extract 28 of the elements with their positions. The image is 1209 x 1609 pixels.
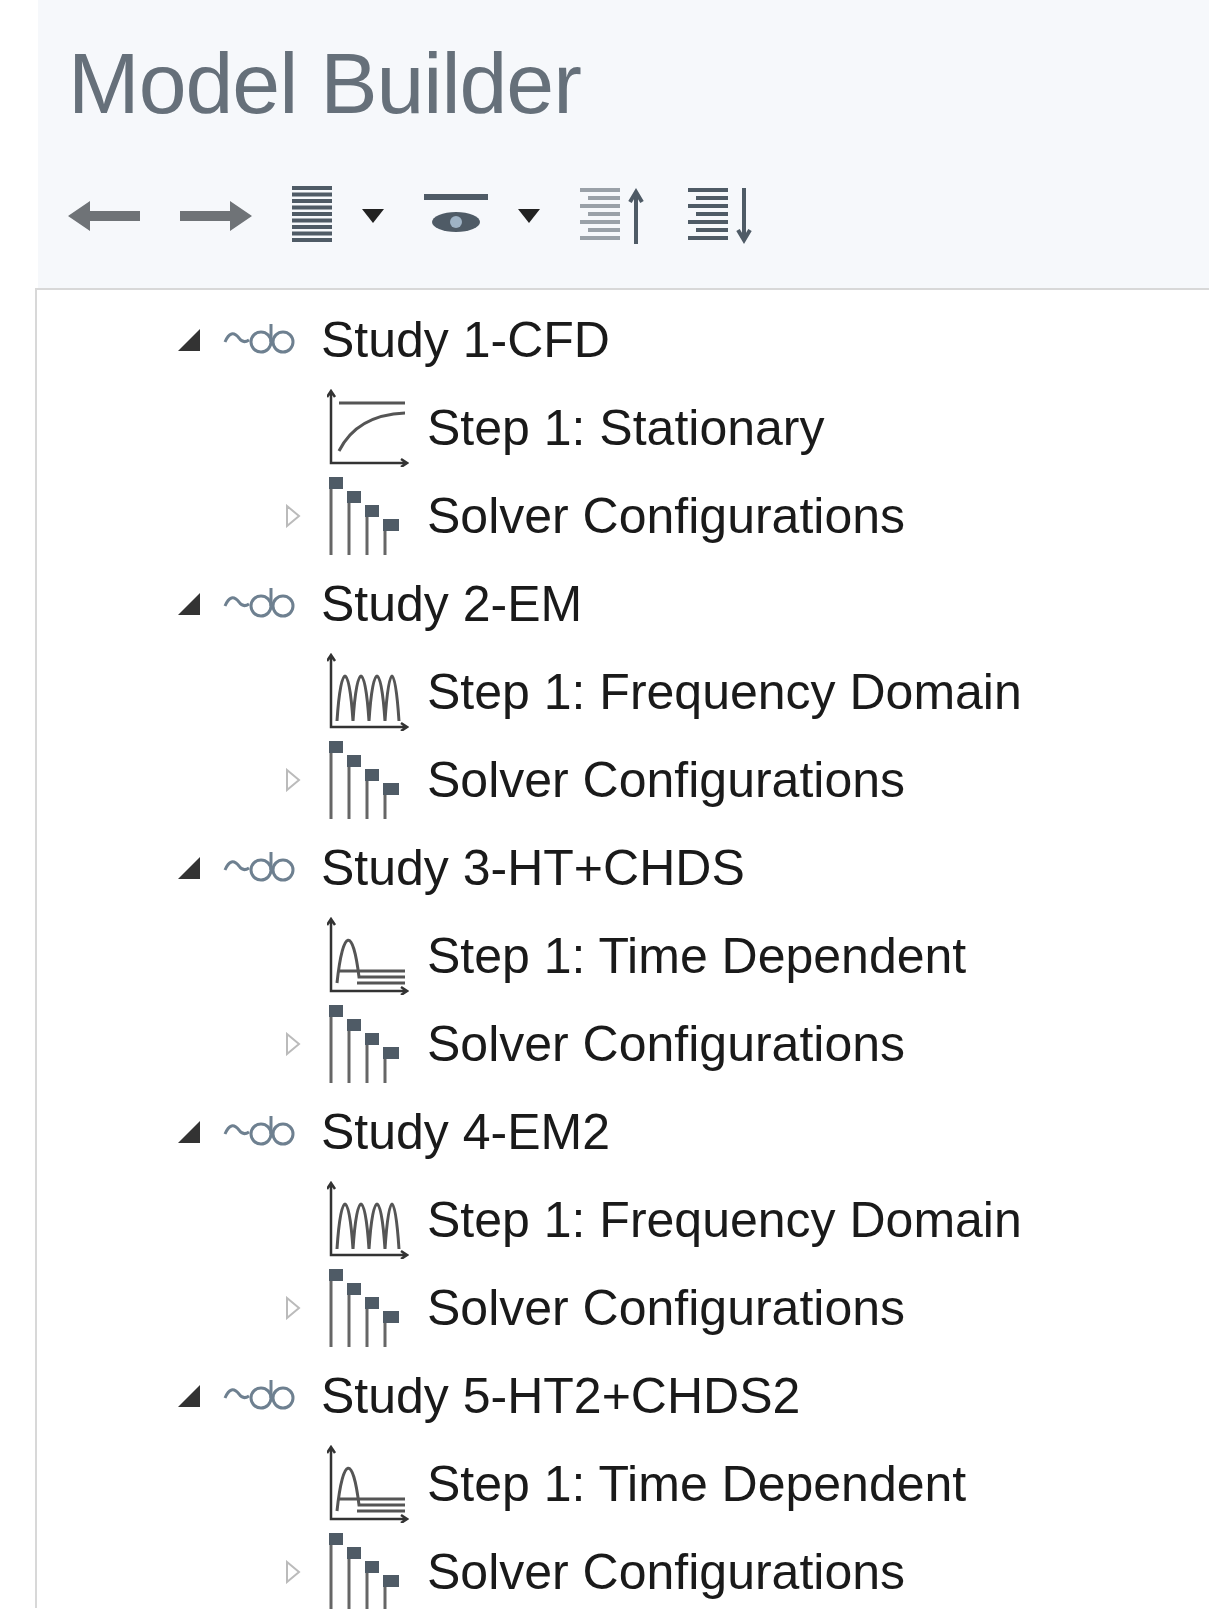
tree-item[interactable]: Solver Configurations: [427, 1280, 906, 1336]
tree-item[interactable]: Study 3-HT+CHDS: [321, 840, 745, 896]
tree-item[interactable]: Study 2-EM: [321, 576, 583, 632]
tree-item[interactable]: Study 1-CFD: [321, 312, 610, 368]
expanded-triangle-icon[interactable]: [178, 329, 200, 351]
tree-item[interactable]: Study 5-HT2+CHDS2: [321, 1368, 801, 1424]
tree-item[interactable]: Step 1: Stationary: [427, 400, 825, 456]
tree-item[interactable]: Step 1: Frequency Domain: [427, 664, 1022, 720]
frequency-plot-icon: [327, 653, 409, 731]
tree-item[interactable]: Solver Configurations: [427, 1016, 906, 1072]
tree-item[interactable]: Step 1: Frequency Domain: [427, 1192, 1022, 1248]
back-arrow-icon: [68, 199, 140, 233]
expanded-triangle-icon[interactable]: [178, 1121, 200, 1143]
expanded-triangle-icon[interactable]: [178, 857, 200, 879]
time-plot-icon: [327, 917, 409, 995]
expanded-triangle-icon[interactable]: [178, 593, 200, 615]
tree-item[interactable]: Study 4-EM2: [321, 1104, 610, 1160]
time-plot-icon: [327, 1445, 409, 1523]
tree-item[interactable]: Step 1: Time Dependent: [427, 1456, 967, 1512]
stationary-plot-icon: [327, 389, 409, 467]
forward-arrow-icon: [180, 199, 252, 233]
tree-item[interactable]: Step 1: Time Dependent: [427, 928, 967, 984]
tree-item[interactable]: Solver Configurations: [427, 1544, 906, 1600]
frequency-plot-icon: [327, 1181, 409, 1259]
panel-title: Model Builder: [68, 40, 581, 126]
tree-item[interactable]: Solver Configurations: [427, 488, 906, 544]
tree-item[interactable]: Solver Configurations: [427, 752, 906, 808]
expanded-triangle-icon[interactable]: [178, 1385, 200, 1407]
